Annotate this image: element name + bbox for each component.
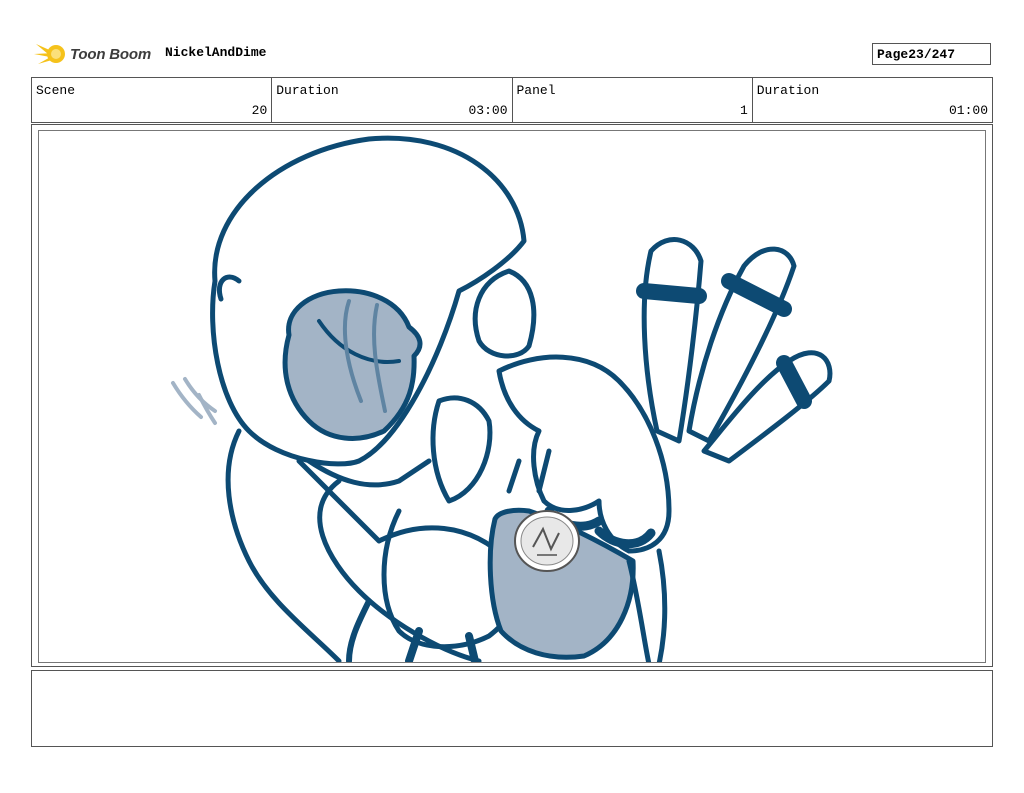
panel-image xyxy=(38,130,986,663)
panel-cell: Panel 1 xyxy=(513,78,753,122)
scene-duration-cell: Duration 03:00 xyxy=(272,78,513,122)
storyboard-drawing xyxy=(171,135,833,662)
page-number: 23/247 xyxy=(908,46,956,62)
page-indicator: Page 23/247 xyxy=(872,43,991,65)
panel-info-bar: Scene 20 Duration 03:00 Panel 1 Duration… xyxy=(31,77,993,123)
scene-value: 20 xyxy=(251,103,268,118)
toon-boom-logo-icon xyxy=(34,44,65,64)
scene-label: Scene xyxy=(36,83,76,98)
scene-cell: Scene 20 xyxy=(32,78,273,122)
logo-text: Toon Boom xyxy=(70,45,151,63)
panel-value: 1 xyxy=(739,103,748,118)
panel-duration-label: Duration xyxy=(756,83,820,98)
scene-duration-value: 03:00 xyxy=(468,103,508,118)
page-label: Page xyxy=(877,46,909,62)
project-name: NickelAndDime xyxy=(165,45,267,60)
coin-icon xyxy=(514,510,580,572)
panel-duration-cell: Duration 01:00 xyxy=(753,78,992,122)
panel-label: Panel xyxy=(516,83,556,98)
scene-duration-label: Duration xyxy=(276,83,339,98)
notes-area xyxy=(31,670,993,747)
panel-duration-value: 01:00 xyxy=(948,103,988,118)
toon-boom-logo: Toon Boom xyxy=(34,38,151,70)
